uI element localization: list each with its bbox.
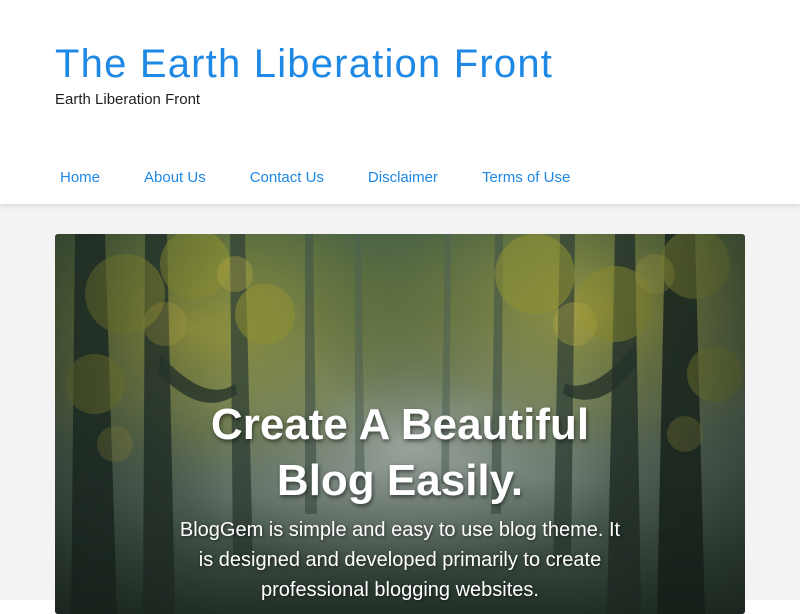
hero-heading: Create A Beautiful Blog Easily.	[210, 400, 590, 505]
nav-item-disclaimer[interactable]: Disclaimer	[346, 164, 460, 192]
nav-item-about-us[interactable]: About Us	[122, 164, 228, 192]
nav-item-terms-of-use[interactable]: Terms of Use	[460, 164, 592, 192]
hero-description: BlogGem is simple and easy to use blog t…	[179, 519, 621, 601]
main-navigation: Home About Us Contact Us Disclaimer Term…	[38, 164, 592, 192]
site-title-link[interactable]: The Earth Liberation Front	[55, 40, 553, 88]
nav-item-home[interactable]: Home	[38, 164, 122, 192]
hero-banner: Create A Beautiful Blog Easily. BlogGem …	[55, 234, 745, 614]
nav-item-contact-us[interactable]: Contact Us	[228, 164, 346, 192]
site-tagline: Earth Liberation Front	[55, 91, 201, 108]
site-header: The Earth Liberation Front Earth Liberat…	[0, 0, 800, 204]
